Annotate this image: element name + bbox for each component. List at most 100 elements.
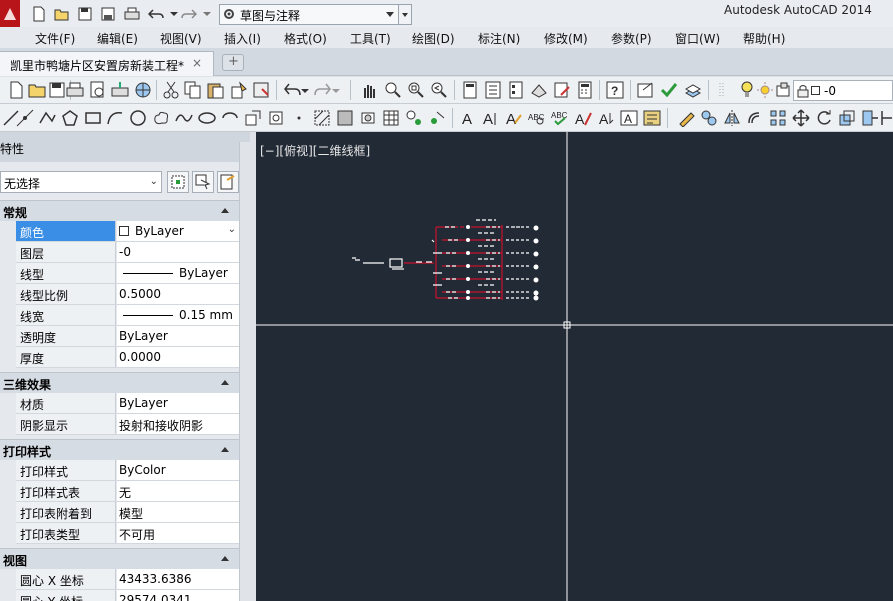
section-plot-style[interactable]: 打印样式 bbox=[0, 439, 239, 460]
prop-row-plot-style[interactable]: 打印样式 ByColor bbox=[16, 460, 239, 481]
polygon-icon[interactable] bbox=[61, 109, 79, 127]
collapse-icon[interactable] bbox=[221, 208, 229, 213]
undo-dropdown-icon[interactable] bbox=[301, 81, 309, 99]
erase-icon[interactable] bbox=[677, 109, 695, 127]
properties-icon[interactable] bbox=[461, 81, 479, 99]
prop-value-transparency[interactable]: ByLayer bbox=[117, 326, 239, 346]
ellipse-arc-icon[interactable] bbox=[221, 109, 239, 127]
check-icon[interactable] bbox=[660, 81, 678, 99]
prop-value-shadow[interactable]: 投射和接收阴影 bbox=[117, 414, 239, 434]
region-icon[interactable] bbox=[359, 109, 377, 127]
prop-value-lineweight[interactable]: 0.15 mm bbox=[117, 305, 239, 325]
select-objects-button[interactable] bbox=[192, 171, 214, 193]
collapse-icon[interactable] bbox=[221, 447, 229, 452]
prop-value-attached-to[interactable]: 模型 bbox=[117, 502, 239, 522]
tool-palettes-icon[interactable] bbox=[507, 81, 525, 99]
text-style-icon[interactable]: A bbox=[459, 109, 477, 127]
quick-select-button[interactable] bbox=[217, 171, 239, 193]
sheet-set-manager-icon[interactable] bbox=[530, 81, 548, 99]
prop-row-table-type[interactable]: 打印表类型 不可用 bbox=[16, 523, 239, 544]
properties-scrollbar[interactable] bbox=[239, 142, 250, 601]
chevron-down-icon[interactable]: ⌄ bbox=[228, 224, 236, 235]
hatch-icon[interactable] bbox=[313, 109, 331, 127]
plot-preview-icon[interactable] bbox=[89, 81, 107, 99]
lightbulb-icon[interactable] bbox=[740, 81, 754, 99]
prop-row-linetype-scale[interactable]: 线型比例 0.5000 bbox=[16, 284, 239, 305]
plot-icon[interactable] bbox=[123, 5, 141, 23]
copy-object-icon[interactable] bbox=[700, 109, 718, 127]
prop-value-material[interactable]: ByLayer bbox=[117, 393, 239, 413]
find-text-icon[interactable]: ABC bbox=[528, 109, 546, 127]
publish-icon[interactable] bbox=[111, 81, 129, 99]
block-editor-icon[interactable] bbox=[252, 81, 270, 99]
viewport-icon[interactable] bbox=[775, 81, 793, 99]
ellipse-icon[interactable] bbox=[198, 109, 216, 127]
rotate-icon[interactable] bbox=[815, 109, 833, 127]
pan-icon[interactable] bbox=[360, 81, 378, 99]
selection-dropdown[interactable]: 无选择 ⌄ bbox=[0, 171, 162, 193]
toolbar-grip-icon[interactable] bbox=[718, 81, 726, 99]
collapse-icon[interactable] bbox=[221, 556, 229, 561]
point-icon[interactable] bbox=[290, 109, 308, 127]
scale-icon[interactable] bbox=[838, 109, 856, 127]
spline-icon[interactable] bbox=[175, 109, 193, 127]
menu-edit[interactable]: 编辑(E) bbox=[97, 30, 138, 47]
3d-dwf-icon[interactable] bbox=[134, 81, 152, 99]
prop-row-shadow[interactable]: 阴影显示 投射和接收阴影 bbox=[16, 414, 239, 435]
menu-draw[interactable]: 绘图(D) bbox=[412, 30, 455, 47]
menu-file[interactable]: 文件(F) bbox=[35, 30, 75, 47]
redo-icon[interactable] bbox=[180, 5, 198, 23]
text-justify-icon[interactable]: A bbox=[597, 109, 615, 127]
qat-customize-button[interactable] bbox=[398, 4, 412, 25]
section-general[interactable]: 常规 bbox=[0, 200, 239, 221]
prop-value-plot-style-table[interactable]: 无 bbox=[117, 481, 239, 501]
save-as-icon[interactable] bbox=[99, 5, 117, 23]
help-icon[interactable]: ? bbox=[606, 81, 624, 99]
arc-icon[interactable] bbox=[106, 109, 124, 127]
prop-row-attached-to[interactable]: 打印表附着到 模型 bbox=[16, 502, 239, 523]
drawing-canvas[interactable]: [−][俯视][二维线框] bbox=[256, 132, 893, 601]
prop-value-center-x[interactable]: 43433.6386 bbox=[117, 569, 239, 589]
prop-row-plot-style-table[interactable]: 打印样式表 无 bbox=[16, 481, 239, 502]
move-icon[interactable] bbox=[792, 109, 810, 127]
prop-value-layer[interactable]: -0 bbox=[117, 242, 239, 262]
prop-value-thickness[interactable]: 0.0000 bbox=[117, 347, 239, 367]
menu-help[interactable]: 帮助(H) bbox=[743, 30, 785, 47]
new-tab-button[interactable]: + bbox=[222, 54, 244, 71]
prop-row-thickness[interactable]: 厚度 0.0000 bbox=[16, 347, 239, 368]
open-icon[interactable] bbox=[28, 81, 46, 99]
zoom-realtime-icon[interactable] bbox=[384, 81, 402, 99]
prop-value-linetype[interactable]: ByLayer bbox=[117, 263, 239, 283]
menu-window[interactable]: 窗口(W) bbox=[675, 30, 720, 47]
new-icon[interactable] bbox=[30, 5, 48, 23]
prop-value-plot-style[interactable]: ByColor bbox=[117, 460, 239, 480]
gradient-icon[interactable] bbox=[336, 109, 354, 127]
redo-dropdown-icon[interactable] bbox=[198, 5, 216, 23]
text-frame-icon[interactable]: A bbox=[620, 109, 638, 127]
menu-view[interactable]: 视图(V) bbox=[160, 30, 202, 47]
calculator-icon[interactable] bbox=[576, 81, 594, 99]
prop-row-center-x[interactable]: 圆心 X 坐标 43433.6386 bbox=[16, 569, 239, 590]
save-icon[interactable] bbox=[48, 81, 66, 99]
redo-icon[interactable] bbox=[314, 81, 332, 99]
prop-row-layer[interactable]: 图层 -0 bbox=[16, 242, 239, 263]
menu-format[interactable]: 格式(O) bbox=[284, 30, 327, 47]
plot-icon[interactable] bbox=[66, 81, 84, 99]
prop-value-linetype-scale[interactable]: 0.5000 bbox=[117, 284, 239, 304]
markup-icon[interactable] bbox=[553, 81, 571, 99]
prop-row-lineweight[interactable]: 线宽 0.15 mm bbox=[16, 305, 239, 326]
stretch-icon[interactable] bbox=[861, 109, 879, 127]
make-block-icon[interactable] bbox=[267, 109, 285, 127]
text-scale-icon[interactable]: A bbox=[574, 109, 592, 127]
prop-value-table-type[interactable]: 不可用 bbox=[117, 523, 239, 543]
workspace-dropdown[interactable]: 草图与注释 bbox=[219, 4, 399, 25]
design-center-icon[interactable] bbox=[484, 81, 502, 99]
prop-row-transparency[interactable]: 透明度 ByLayer bbox=[16, 326, 239, 347]
multiline-text-style-icon[interactable]: A bbox=[482, 109, 500, 127]
prop-row-center-y[interactable]: 圆心 Y 坐标 29574.0341 bbox=[16, 590, 239, 601]
section-view[interactable]: 视图 bbox=[0, 548, 239, 569]
insert-block-icon[interactable] bbox=[244, 109, 262, 127]
rectangle-icon[interactable] bbox=[84, 109, 102, 127]
viewport-controls-label[interactable]: [−][俯视][二维线框] bbox=[260, 142, 370, 159]
zoom-window-icon[interactable] bbox=[407, 81, 425, 99]
